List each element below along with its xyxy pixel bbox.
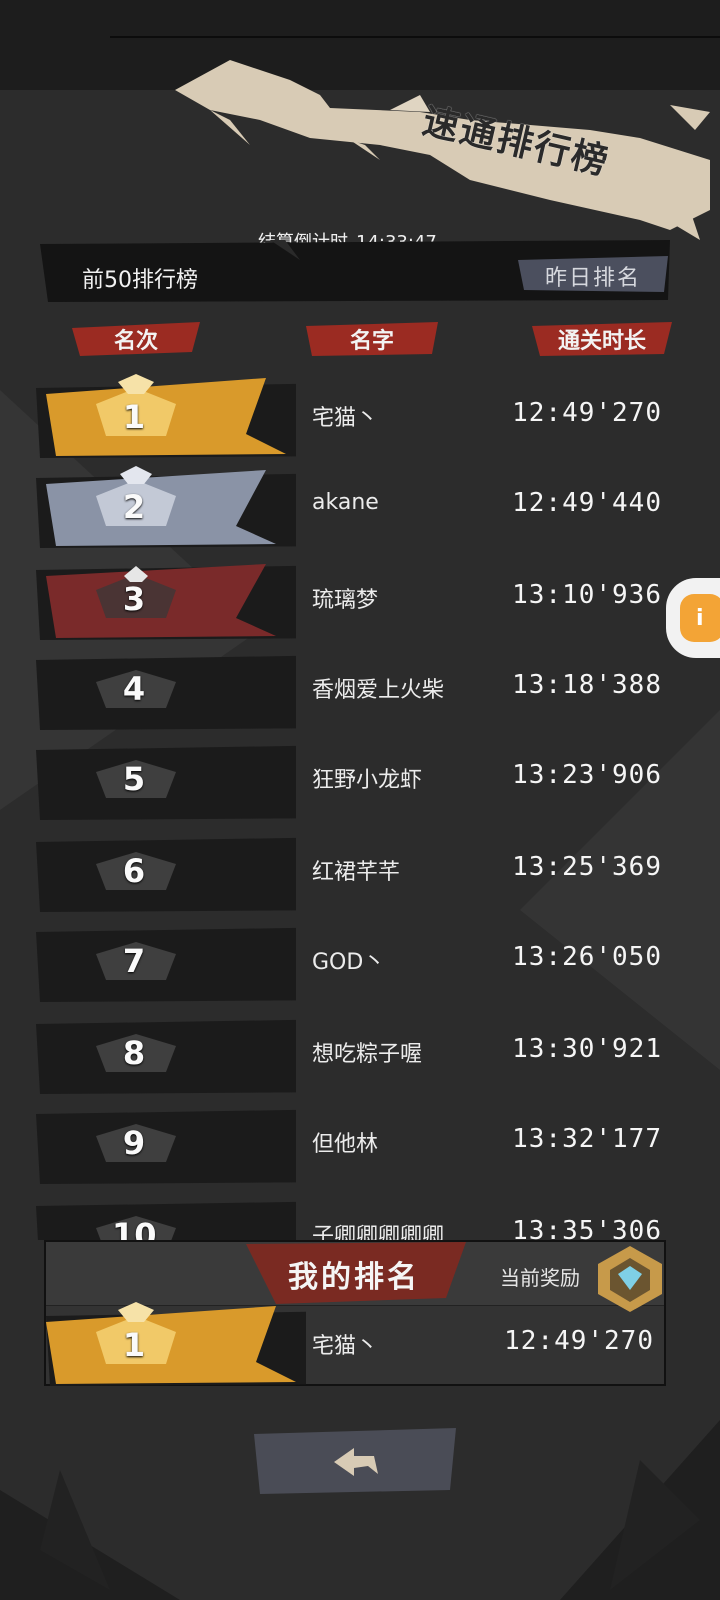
leaderboard-row[interactable]: 6 红裙芊芊 13:25'369 <box>36 828 672 914</box>
rank-number: 8 <box>122 1034 146 1072</box>
leaderboard-row[interactable]: 3 琉璃梦 13:10'936 <box>36 556 672 642</box>
rank-number: 4 <box>122 670 146 708</box>
side-float-icon[interactable]: i <box>680 594 720 642</box>
rank-number: 1 <box>122 1326 146 1364</box>
clear-time: 12:49'270 <box>512 398 662 428</box>
player-name: 子卿卿卿卿卿 <box>312 1224 445 1240</box>
row-background <box>36 1019 296 1094</box>
player-name: GOD丶 <box>312 950 386 975</box>
rank-number: 3 <box>122 580 146 618</box>
leaderboard-row[interactable]: 5 狂野小龙虾 13:23'906 <box>36 736 672 822</box>
leaderboard-list[interactable]: 1 宅猫丶 12:49'270 2 akane 12:49'440 3 琉璃梦 … <box>0 0 720 1240</box>
rank-number: 2 <box>122 488 146 526</box>
leaderboard-row[interactable]: 1 宅猫丶 12:49'270 <box>36 374 672 460</box>
row-background <box>36 837 296 912</box>
clear-time: 12:49'440 <box>512 488 662 518</box>
player-name: 宅猫丶 <box>312 406 379 431</box>
rank-number: 7 <box>122 942 146 980</box>
row-background <box>46 1302 306 1386</box>
back-button[interactable] <box>250 1428 456 1494</box>
leaderboard-row[interactable]: 2 akane 12:49'440 <box>36 464 672 550</box>
my-rank-title: 我的排名 <box>288 1260 420 1295</box>
leaderboard-row[interactable]: 7 GOD丶 13:26'050 <box>36 918 672 1004</box>
row-background <box>36 927 296 1002</box>
clear-time: 13:10'936 <box>512 580 662 610</box>
leaderboard-row[interactable]: 8 想吃粽子喔 13:30'921 <box>36 1010 672 1096</box>
rank-number: 5 <box>122 760 146 798</box>
leaderboard-row[interactable]: 9 但他林 13:32'177 <box>36 1100 672 1186</box>
player-name: akane <box>312 490 379 515</box>
row-background <box>36 374 296 458</box>
rank-number: 10 <box>112 1216 157 1240</box>
player-name: 但他林 <box>312 1132 379 1157</box>
clear-time: 13:32'177 <box>512 1124 662 1154</box>
player-name: 狂野小龙虾 <box>312 768 423 793</box>
row-background <box>36 1201 296 1240</box>
clear-time: 13:26'050 <box>512 942 662 972</box>
rank-number: 1 <box>122 398 146 436</box>
leaderboard-row[interactable]: 4 香烟爱上火柴 13:18'388 <box>36 646 672 732</box>
clear-time: 13:35'306 <box>512 1216 662 1240</box>
player-name: 香烟爱上火柴 <box>312 678 445 703</box>
rank-number: 6 <box>122 852 146 890</box>
row-background <box>36 1109 296 1184</box>
current-reward-label: 当前奖励 <box>500 1266 580 1290</box>
rank-number: 9 <box>122 1124 146 1162</box>
player-name: 红裙芊芊 <box>312 860 401 885</box>
player-name: 想吃粽子喔 <box>312 1042 423 1067</box>
row-background <box>36 466 296 548</box>
clear-time: 13:30'921 <box>512 1034 662 1064</box>
row-background <box>36 745 296 820</box>
clear-time: 13:18'388 <box>512 670 662 700</box>
row-background <box>36 655 296 730</box>
row-background <box>36 564 296 640</box>
player-name: 琉璃梦 <box>312 588 379 613</box>
my-rank-row[interactable]: 1 宅猫丶 12:49'270 <box>46 1302 664 1388</box>
clear-time: 13:23'906 <box>512 760 662 790</box>
player-name: 宅猫丶 <box>312 1334 379 1359</box>
clear-time: 12:49'270 <box>504 1326 654 1356</box>
clear-time: 13:25'369 <box>512 852 662 882</box>
leaderboard-row[interactable]: 10 子卿卿卿卿卿 13:35'306 <box>36 1192 672 1240</box>
